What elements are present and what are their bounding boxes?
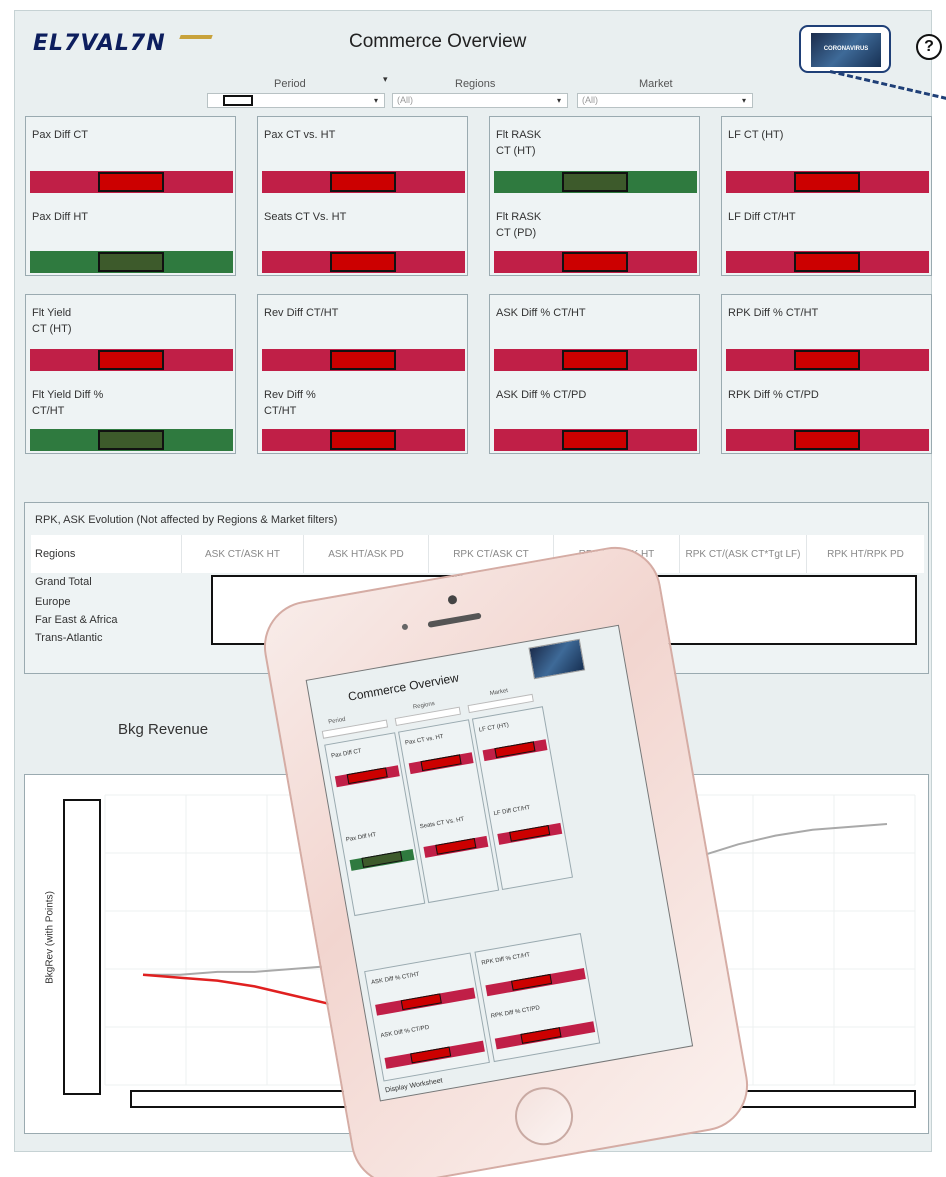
kpi-card: LF CT (HT) LF Diff CT/HT xyxy=(721,116,932,276)
kpi-label-top: Pax CT vs. HT xyxy=(264,129,336,141)
elal-logo: EL7VAL7N xyxy=(33,31,166,56)
period-value-box xyxy=(223,95,253,106)
evolution-row-label: Grand Total xyxy=(35,576,92,588)
phone-kpi-card: RPK Diff % CT/HT RPK Diff % CT/PD xyxy=(474,933,601,1063)
phone-kpi-label: Pax Diff HT xyxy=(345,832,377,844)
kpi-label-top: Rev Diff CT/HT xyxy=(264,307,339,319)
kpi-value-redacted-box xyxy=(794,252,860,272)
kpi-value-redacted-box xyxy=(794,172,860,192)
phone-regions-label: Regions xyxy=(412,700,436,711)
kpi-label-top: LF CT (HT) xyxy=(728,129,784,141)
kpi-value-redacted-box xyxy=(330,252,396,272)
kpi-card: RPK Diff % CT/HT RPK Diff % CT/PD xyxy=(721,294,932,454)
kpi-label-bottom: RPK Diff % CT/PD xyxy=(728,389,819,401)
evolution-table-header: Regions ASK CT/ASK HT ASK HT/ASK PD RPK CT/… xyxy=(31,535,924,573)
help-icon[interactable]: ? xyxy=(916,34,942,60)
kpi-label-bottom: Flt RASK CT (PD) xyxy=(496,211,542,239)
regions-label: Regions xyxy=(455,78,496,90)
chart-ylabel: BkgRev (with Points) xyxy=(44,891,56,984)
kpi-label-top: Pax Diff CT xyxy=(32,129,89,141)
kpi-value-redacted-box xyxy=(562,172,628,192)
kpi-card: Rev Diff CT/HT Rev Diff % CT/HT xyxy=(257,294,468,454)
kpi-label-top: RPK Diff % CT/HT xyxy=(728,307,819,319)
thumbnail-image: CORONAVIRUS xyxy=(811,33,881,67)
kpi-value-redacted-box xyxy=(330,172,396,192)
phone-kpi-label: RPK Diff % CT/HT xyxy=(481,952,531,967)
kpi-value-redacted-box xyxy=(98,252,164,272)
phone-kpi-label: LF Diff CT/HT xyxy=(493,804,531,818)
kpi-label-top: Flt Yield CT (HT) xyxy=(32,307,72,335)
evolution-row-label: Europe xyxy=(35,596,71,608)
evolution-row-label: Trans-Atlantic xyxy=(35,632,103,644)
phone-market-label: Market xyxy=(489,688,509,698)
phone-kpi-card: ASK Diff % CT/HT ASK Diff % CT/PD xyxy=(364,952,490,1082)
kpi-label-bottom: ASK Diff % CT/PD xyxy=(496,389,587,401)
evolution-title: RPK, ASK Evolution (Not affected by Regi… xyxy=(35,514,338,526)
kpi-label-bottom: Pax Diff HT xyxy=(32,211,89,223)
phone-title: Commerce Overview xyxy=(347,670,460,704)
phone-kpi-label: LF CT (HT) xyxy=(478,722,510,734)
market-select[interactable]: (All) ▾ xyxy=(577,93,753,108)
evolution-column-header[interactable]: RPK CT/(ASK CT*Tgt LF) xyxy=(679,535,806,573)
kpi-value-redacted-box xyxy=(98,430,164,450)
kpi-value-redacted-box xyxy=(330,350,396,370)
phone-period-label: Period xyxy=(327,716,347,726)
evolution-column-header[interactable]: ASK HT/ASK PD xyxy=(303,535,428,573)
kpi-card: Flt RASK CT (HT) Flt RASK CT (PD) xyxy=(489,116,700,276)
regions-select[interactable]: (All) ▾ xyxy=(392,93,568,108)
kpi-value-redacted-box xyxy=(98,350,164,370)
kpi-value-redacted-box xyxy=(562,350,628,370)
evolution-row-label: Far East & Africa xyxy=(35,614,118,626)
kpi-value-redacted-box xyxy=(562,252,628,272)
kpi-value-redacted-box xyxy=(562,430,628,450)
evolution-column-header[interactable]: ASK CT/ASK HT xyxy=(181,535,303,573)
phone-thumbnail[interactable] xyxy=(528,638,586,680)
kpi-card: Flt Yield CT (HT) Flt Yield Diff % CT/HT xyxy=(25,294,236,454)
kpi-value-redacted-box xyxy=(98,172,164,192)
phone-kpi-label: Pax Diff CT xyxy=(330,748,362,760)
phone-footer: Display Worksheet xyxy=(384,1077,444,1095)
bkg-revenue-title: Bkg Revenue xyxy=(118,721,209,738)
kpi-value-redacted-box xyxy=(330,430,396,450)
kpi-card: Pax Diff CT Pax Diff HT xyxy=(25,116,236,276)
kpi-label-top: Flt RASK CT (HT) xyxy=(496,129,542,157)
phone-kpi-label: ASK Diff % CT/HT xyxy=(370,971,420,987)
logo-accent xyxy=(179,35,213,39)
phone-kpi-label: RPK Diff % CT/PD xyxy=(490,1005,541,1020)
kpi-label-bottom: Seats CT Vs. HT xyxy=(264,211,347,223)
coronavirus-thumbnail[interactable]: CORONAVIRUS xyxy=(799,25,891,73)
market-label: Market xyxy=(639,78,673,90)
kpi-label-top: ASK Diff % CT/HT xyxy=(496,307,586,319)
period-label: Period xyxy=(274,78,306,90)
y-axis-redacted-box xyxy=(63,799,101,1095)
kpi-label-bottom: Flt Yield Diff % CT/HT xyxy=(32,389,104,417)
kpi-label-bottom: Rev Diff % CT/HT xyxy=(264,389,316,417)
kpi-label-bottom: LF Diff CT/HT xyxy=(728,211,796,223)
page-title: Commerce Overview xyxy=(349,31,527,52)
kpi-card: ASK Diff % CT/HT ASK Diff % CT/PD xyxy=(489,294,700,454)
sort-arrow-icon[interactable]: ▾ xyxy=(383,74,388,85)
phone-kpi-label: Seats CT Vs. HT xyxy=(419,816,465,831)
kpi-value-redacted-box xyxy=(794,350,860,370)
evolution-column-header[interactable]: Regions xyxy=(31,535,181,573)
screenshot-stage: EL7VAL7N Commerce Overview CORONAVIRUS ?… xyxy=(0,0,946,1177)
phone-kpi-label: ASK Diff % CT/PD xyxy=(380,1024,430,1040)
kpi-value-redacted-box xyxy=(794,430,860,450)
evolution-column-header[interactable]: RPK HT/RPK PD xyxy=(806,535,924,573)
kpi-card: Pax CT vs. HT Seats CT Vs. HT xyxy=(257,116,468,276)
phone-kpi-label: Pax CT vs. HT xyxy=(404,733,445,747)
